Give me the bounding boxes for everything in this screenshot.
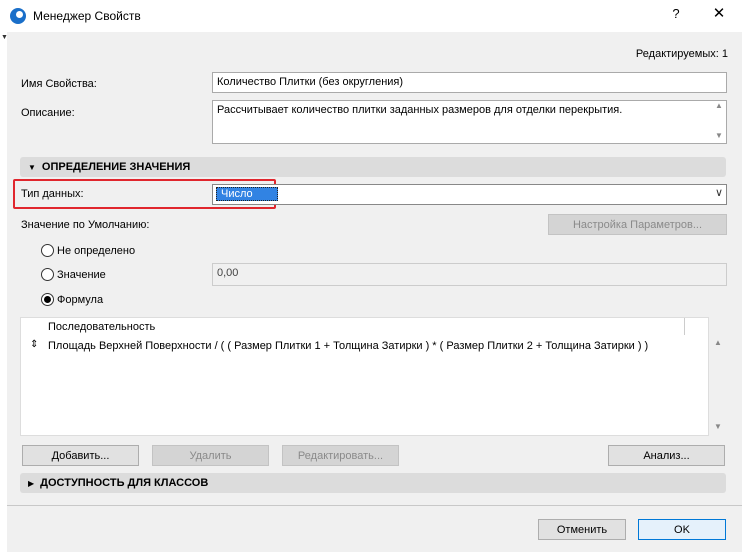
section-value-definition[interactable]: ▼ ОПРЕДЕЛЕНИЕ ЗНАЧЕНИЯ [20,157,726,177]
value-input[interactable]: 0,00 [212,263,727,286]
radio-value-label: Значение [57,269,106,281]
scroll-up-icon[interactable]: ▲ [712,338,724,347]
data-type-selected-value: Число [216,187,278,201]
formula-scrollbar[interactable] [709,335,726,436]
edit-button[interactable]: Редактировать... [282,445,399,466]
archicad-app-icon [10,8,26,24]
default-value-label: Значение по Умолчанию: [21,219,150,231]
formula-column-header: Последовательность [48,321,156,333]
data-type-select[interactable]: Число ∨ [212,184,727,205]
description-text: Рассчитывает количество плитки заданных … [217,104,623,116]
radio-value[interactable] [41,268,54,281]
cancel-button[interactable]: Отменить [538,519,626,540]
description-label: Описание: [21,107,75,119]
window-title: Менеджер Свойств [33,9,141,23]
parameter-settings-button[interactable]: Настройка Параметров... [548,214,727,235]
chevron-down-icon: ∨ [714,187,723,199]
section-title: ОПРЕДЕЛЕНИЕ ЗНАЧЕНИЯ [41,161,191,173]
drag-handle-icon[interactable]: ⇕ [30,339,38,350]
formula-row[interactable]: Площадь Верхней Поверхности / ( ( Размер… [48,340,648,352]
formula-editor[interactable] [20,317,709,436]
radio-undefined-label: Не определено [57,245,136,257]
radio-formula-label: Формула [57,294,104,306]
add-button[interactable]: Добавить... [22,445,139,466]
remove-button[interactable]: Удалить [152,445,269,466]
property-name-label: Имя Свойства: [21,78,97,90]
scroll-down-icon[interactable]: ▼ [712,422,724,431]
footer-divider [7,505,742,506]
property-name-input[interactable]: Количество Плитки (без округления) [212,72,727,93]
edit-count: Редактируемых: 1 [635,48,728,60]
scroll-down-icon[interactable]: ▼ [713,131,725,140]
expand-triangle-icon: ▼ [28,162,36,172]
section-title: ДОСТУПНОСТЬ ДЛЯ КЛАССОВ [40,477,209,489]
data-type-label: Тип данных: [21,188,84,200]
scroll-up-icon[interactable]: ▲ [713,101,725,110]
section-class-availability[interactable]: ▶ ДОСТУПНОСТЬ ДЛЯ КЛАССОВ [20,473,726,493]
radio-formula[interactable] [41,293,54,306]
column-separator [684,318,685,335]
help-button[interactable]: ? [665,6,687,26]
ok-button[interactable]: OK [638,519,726,540]
description-textarea[interactable]: Рассчитывает количество плитки заданных … [212,100,727,144]
close-button[interactable]: ✕ [707,4,731,26]
expand-triangle-icon: ▶ [28,478,35,488]
analyze-button[interactable]: Анализ... [608,445,725,466]
radio-undefined[interactable] [41,244,54,257]
